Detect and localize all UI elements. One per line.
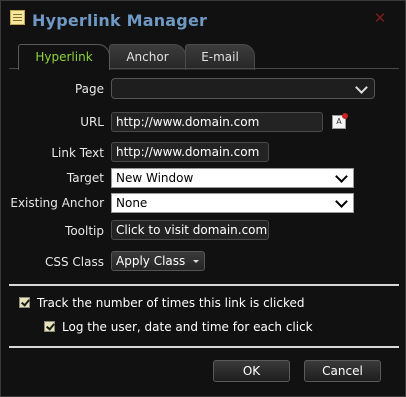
cancel-button[interactable]: Cancel xyxy=(304,360,381,382)
log-user-label: Log the user, date and time for each cli… xyxy=(62,320,313,334)
chevron-down-icon xyxy=(335,195,348,208)
dialog-title: Hyperlink Manager xyxy=(32,11,208,30)
existing-anchor-select-value: None xyxy=(116,196,148,210)
link-text-label: Link Text xyxy=(51,146,104,160)
chevron-down-icon xyxy=(335,170,348,183)
css-class-label: CSS Class xyxy=(45,255,104,269)
tab-hyperlink[interactable]: Hyperlink xyxy=(18,44,110,70)
note-icon xyxy=(10,10,25,25)
hyperlink-manager-dialog: Hyperlink Manager ✕ Hyperlink Anchor E-m… xyxy=(0,0,406,397)
ok-button[interactable]: OK xyxy=(213,360,290,382)
close-icon[interactable]: ✕ xyxy=(373,11,387,26)
tooltip-input[interactable]: Click to visit domain.com xyxy=(111,220,269,240)
divider xyxy=(9,346,399,348)
caret-down-icon xyxy=(193,260,199,263)
page-select[interactable] xyxy=(111,78,375,99)
page-label: Page xyxy=(74,82,104,96)
existing-anchor-select[interactable]: None xyxy=(111,193,354,213)
target-select[interactable]: New Window xyxy=(111,168,354,188)
divider xyxy=(9,284,399,286)
link-text-input[interactable]: http://www.domain.com xyxy=(111,142,269,162)
url-label: URL xyxy=(80,115,104,129)
track-clicks-label: Track the number of times this link is c… xyxy=(37,296,305,310)
existing-anchor-label: Existing Anchor xyxy=(10,196,104,210)
tab-anchor[interactable]: Anchor xyxy=(109,44,186,70)
title-bar: Hyperlink Manager ✕ xyxy=(1,1,405,39)
url-input[interactable]: http://www.domain.com xyxy=(111,112,323,132)
target-select-value: New Window xyxy=(116,171,194,185)
css-class-dropdown[interactable]: Apply Class xyxy=(111,251,205,271)
tooltip-label: Tooltip xyxy=(65,224,104,238)
css-class-value: Apply Class xyxy=(116,254,186,268)
chevron-down-icon xyxy=(355,81,368,94)
track-clicks-checkbox[interactable] xyxy=(19,297,30,308)
target-label: Target xyxy=(66,171,104,185)
tab-email[interactable]: E-mail xyxy=(185,44,255,70)
document-browser-icon[interactable]: A xyxy=(332,113,348,129)
log-user-checkbox[interactable] xyxy=(44,321,55,332)
